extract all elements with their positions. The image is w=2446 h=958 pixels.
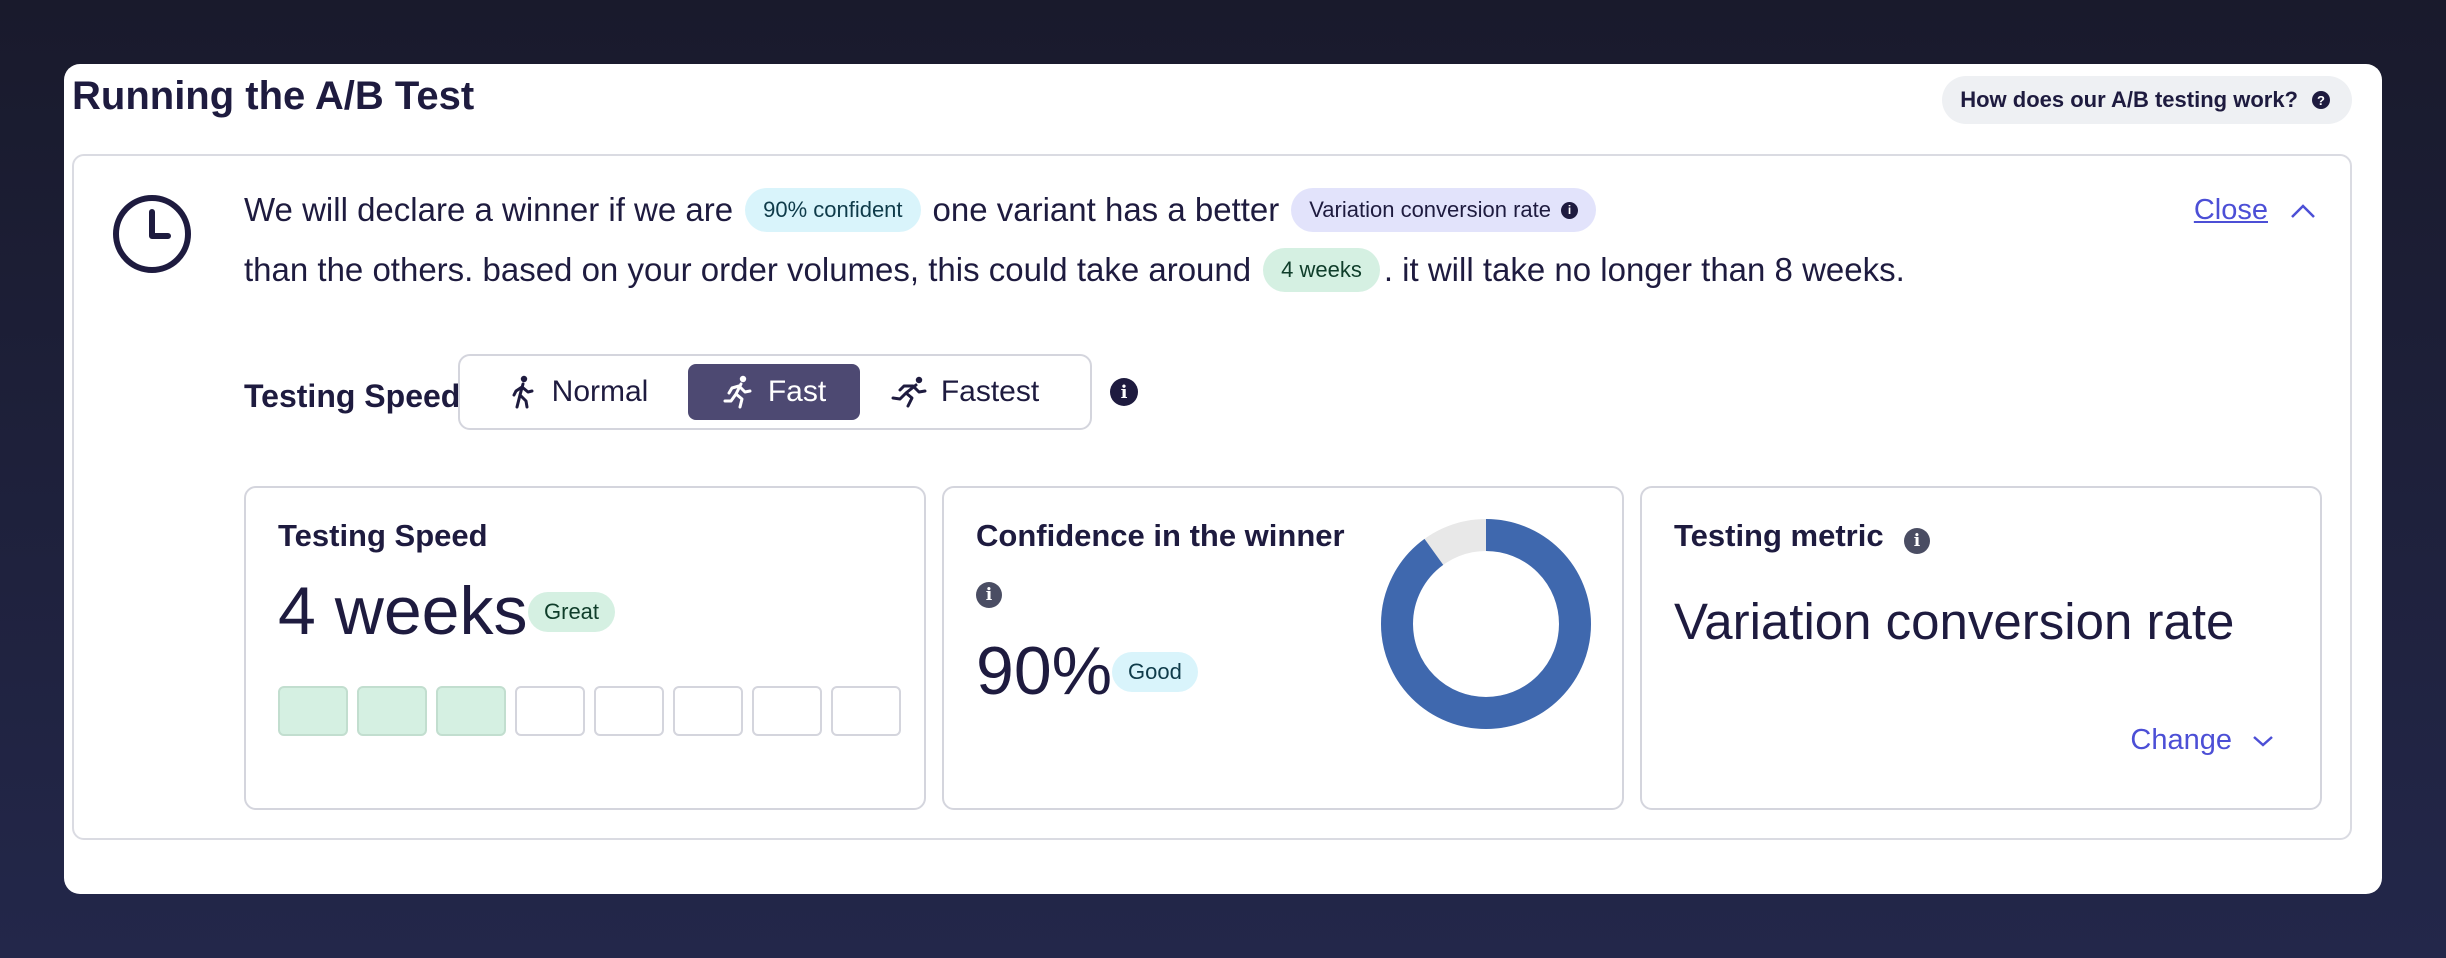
confidence-pill: 90% confident	[745, 188, 921, 232]
speed-option-label: Fast	[767, 375, 827, 408]
summary-text: than the others. based on your order vol…	[244, 251, 1252, 288]
speed-option-label: Normal	[551, 375, 649, 408]
question-icon: ?	[2312, 91, 2330, 109]
summary-line-1: We will declare a winner if we are 90% c…	[244, 188, 1608, 232]
help-button[interactable]: How does our A/B testing work? ?	[1942, 76, 2352, 124]
speed-value: 4 weeks	[278, 573, 528, 649]
speed-option-fast[interactable]: Fast	[688, 364, 860, 420]
running-icon	[723, 375, 752, 409]
close-button[interactable]: Close	[2194, 194, 2316, 227]
page-title: Running the A/B Test	[72, 74, 475, 118]
testing-speed-label: Testing Speed	[244, 378, 461, 414]
speed-option-fastest[interactable]: Fastest	[860, 364, 1070, 420]
testing-speed-card: Testing Speed 4 weeks Great	[244, 486, 926, 810]
confidence-card: Confidence in the winner i 90% Good	[942, 486, 1624, 810]
sprinting-icon	[891, 376, 927, 408]
summary-line-2: than the others. based on your order vol…	[244, 248, 1905, 292]
progress-segment	[515, 686, 585, 736]
progress-segment	[278, 686, 348, 736]
change-label: Change	[2130, 724, 2232, 756]
testing-speed-selector: Normal Fast Fastest	[458, 354, 1092, 430]
close-label: Close	[2193, 194, 2268, 226]
info-icon[interactable]: i	[1561, 201, 1578, 219]
status-badge: Great	[528, 592, 616, 632]
card-title: Confidence in the winner	[976, 518, 1345, 553]
metric-pill[interactable]: Variation conversion rate i	[1291, 188, 1596, 232]
metric-value: Variation conversion rate	[1674, 593, 2235, 650]
ab-test-card: Running the A/B Test How does our A/B te…	[64, 64, 2382, 894]
walking-icon	[512, 375, 534, 409]
info-icon[interactable]: i	[1904, 528, 1930, 554]
duration-pill: 4 weeks	[1263, 248, 1380, 292]
progress-segment	[831, 686, 901, 736]
speed-progress-bar	[278, 686, 901, 736]
change-metric-button[interactable]: Change	[2130, 724, 2274, 757]
progress-segment	[594, 686, 664, 736]
chevron-down-icon	[2253, 735, 2273, 747]
summary-text: one variant has a better	[932, 191, 1280, 228]
info-icon[interactable]: i	[976, 582, 1002, 608]
status-badge: Good	[1112, 652, 1198, 692]
confidence-value: 90%	[976, 633, 1113, 709]
clock-icon	[113, 195, 191, 273]
speed-option-normal[interactable]: Normal	[468, 364, 688, 420]
card-title: Testing Speed	[278, 518, 488, 553]
speed-option-label: Fastest	[940, 375, 1040, 408]
card-title: Testing metric	[1674, 518, 1884, 553]
help-label: How does our A/B testing work?	[1960, 87, 2298, 112]
info-icon[interactable]: i	[1110, 378, 1138, 406]
progress-segment	[357, 686, 427, 736]
progress-segment	[752, 686, 822, 736]
chevron-up-icon	[2291, 203, 2315, 218]
donut-value-arc	[1381, 519, 1591, 729]
test-settings-panel: We will declare a winner if we are 90% c…	[72, 154, 2352, 840]
summary-text: . it will take no longer than 8 weeks.	[1383, 251, 1905, 288]
confidence-donut-chart	[1381, 519, 1591, 729]
testing-metric-card: Testing metric i Variation conversion ra…	[1640, 486, 2322, 810]
progress-segment	[436, 686, 506, 736]
summary-text: We will declare a winner if we are	[244, 191, 734, 228]
progress-segment	[673, 686, 743, 736]
metric-pill-label: Variation conversion rate	[1309, 197, 1551, 222]
